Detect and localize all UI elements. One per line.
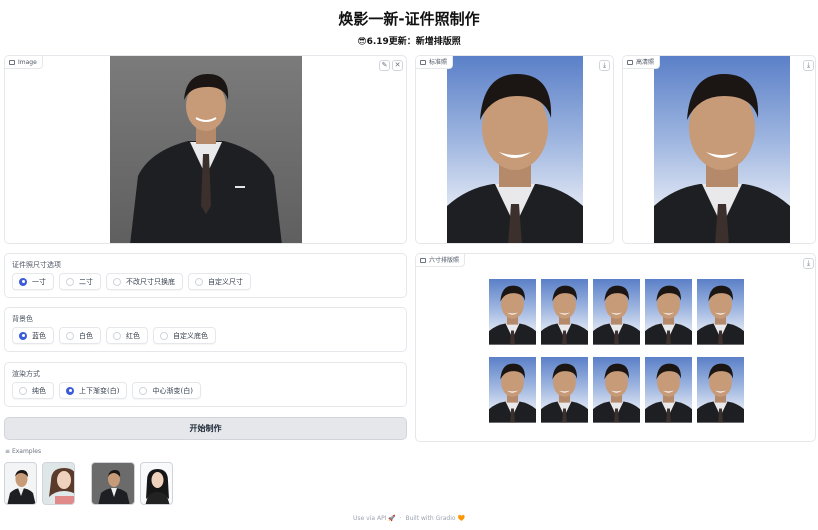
radio-icon[interactable] [195,277,203,286]
layout-photo-cell [489,279,536,345]
image-icon [420,59,426,65]
layout-photo-cell [541,357,588,423]
bg-option-red[interactable]: 红色 [106,327,148,344]
bg-option-blue[interactable]: 蓝色 [12,327,54,344]
radio-icon[interactable] [113,277,121,286]
pencil-icon[interactable]: ✎ [379,60,390,71]
standard-photo [447,56,583,243]
layout-photo-grid [489,279,744,423]
examples-label: ≡ Examples [5,448,42,455]
layout-photo-cell [645,279,692,345]
layout-photo-cell [593,279,640,345]
bg-option-white[interactable]: 白色 [59,327,101,344]
layout-photo-cell [541,279,588,345]
example-thumbnail[interactable] [42,462,75,505]
download-icon[interactable]: ⤓ [599,60,610,71]
radio-icon[interactable] [160,331,168,340]
size-options-legend: 证件照尺寸选项 [12,261,61,269]
render-options-group: 渲染方式 纯色 上下渐变(白) 中心渐变(白) [4,362,407,407]
layout-photo-label: 六寸排版照 [416,254,466,267]
download-icon[interactable]: ⤓ [803,258,814,269]
size-options-group: 证件照尺寸选项 一寸 二寸 不改尺寸只换底 自定义尺寸 [4,253,407,298]
footer: Use via API 🚀 · Built with Gradio 🧡 [353,515,465,522]
use-via-api-link[interactable]: Use via API [353,515,386,522]
start-button[interactable]: 开始制作 [4,417,407,440]
hd-photo-panel: 高清照 ⤓ [622,55,816,244]
standard-photo-panel: 标准照 ⤓ [415,55,614,244]
image-icon [9,59,15,65]
radio-icon[interactable] [66,277,74,286]
layout-photo-cell [697,357,744,423]
layout-photo-panel: 六寸排版照 ⤓ [415,253,816,442]
layout-photo-cell [593,357,640,423]
bg-option-custom[interactable]: 自定义底色 [153,327,216,344]
radio-selected-icon[interactable] [66,386,74,395]
bg-color-options-group: 背景色 蓝色 白色 红色 自定义底色 [4,307,407,352]
render-option-vertical-gradient[interactable]: 上下渐变(白) [59,382,128,399]
uploaded-photo [110,56,302,243]
person-figure [654,74,790,243]
example-thumbnail[interactable] [4,462,37,505]
hd-photo [654,56,790,243]
radio-selected-icon[interactable] [19,277,27,286]
download-icon[interactable]: ⤓ [803,60,814,71]
image-input-panel[interactable]: Image ✎ ✕ [4,55,407,244]
standard-photo-label: 标准照 [416,56,454,69]
example-person-3 [98,470,130,504]
example-thumbnail[interactable] [140,462,173,505]
radio-icon[interactable] [113,331,121,340]
image-icon [420,257,426,263]
gradio-logo-icon: 🧡 [457,515,465,522]
person-figure [130,74,282,243]
image-input-label: Image [5,56,43,69]
example-person-1 [7,470,36,504]
rocket-icon: 🚀 [388,515,396,522]
page-subtitle: 😎6.19更新：新增排版照 [357,37,461,47]
example-person-4 [145,469,170,504]
example-thumbnail[interactable] [91,462,135,505]
render-option-center-gradient[interactable]: 中心渐变(白) [132,382,201,399]
radio-icon[interactable] [66,331,74,340]
size-option-keep-size[interactable]: 不改尺寸只换底 [106,273,183,290]
render-option-solid[interactable]: 纯色 [12,382,54,399]
radio-selected-icon[interactable] [19,331,27,340]
size-option-1inch[interactable]: 一寸 [12,273,54,290]
hd-photo-label: 高清照 [623,56,661,69]
layout-photo-cell [697,279,744,345]
image-icon [627,59,633,65]
built-with-gradio-link[interactable]: Built with Gradio [405,515,455,522]
bg-color-legend: 背景色 [12,315,33,323]
size-option-custom[interactable]: 自定义尺寸 [188,273,251,290]
example-person-2 [49,468,74,504]
render-mode-legend: 渲染方式 [12,370,40,378]
size-option-2inch[interactable]: 二寸 [59,273,101,290]
page-title: 焕影一新-证件照制作 [338,10,480,28]
person-figure [447,74,583,243]
close-icon[interactable]: ✕ [392,60,403,71]
radio-icon[interactable] [139,386,148,395]
layout-photo-cell [489,357,536,423]
radio-icon[interactable] [19,386,27,395]
layout-photo-cell [645,357,692,423]
